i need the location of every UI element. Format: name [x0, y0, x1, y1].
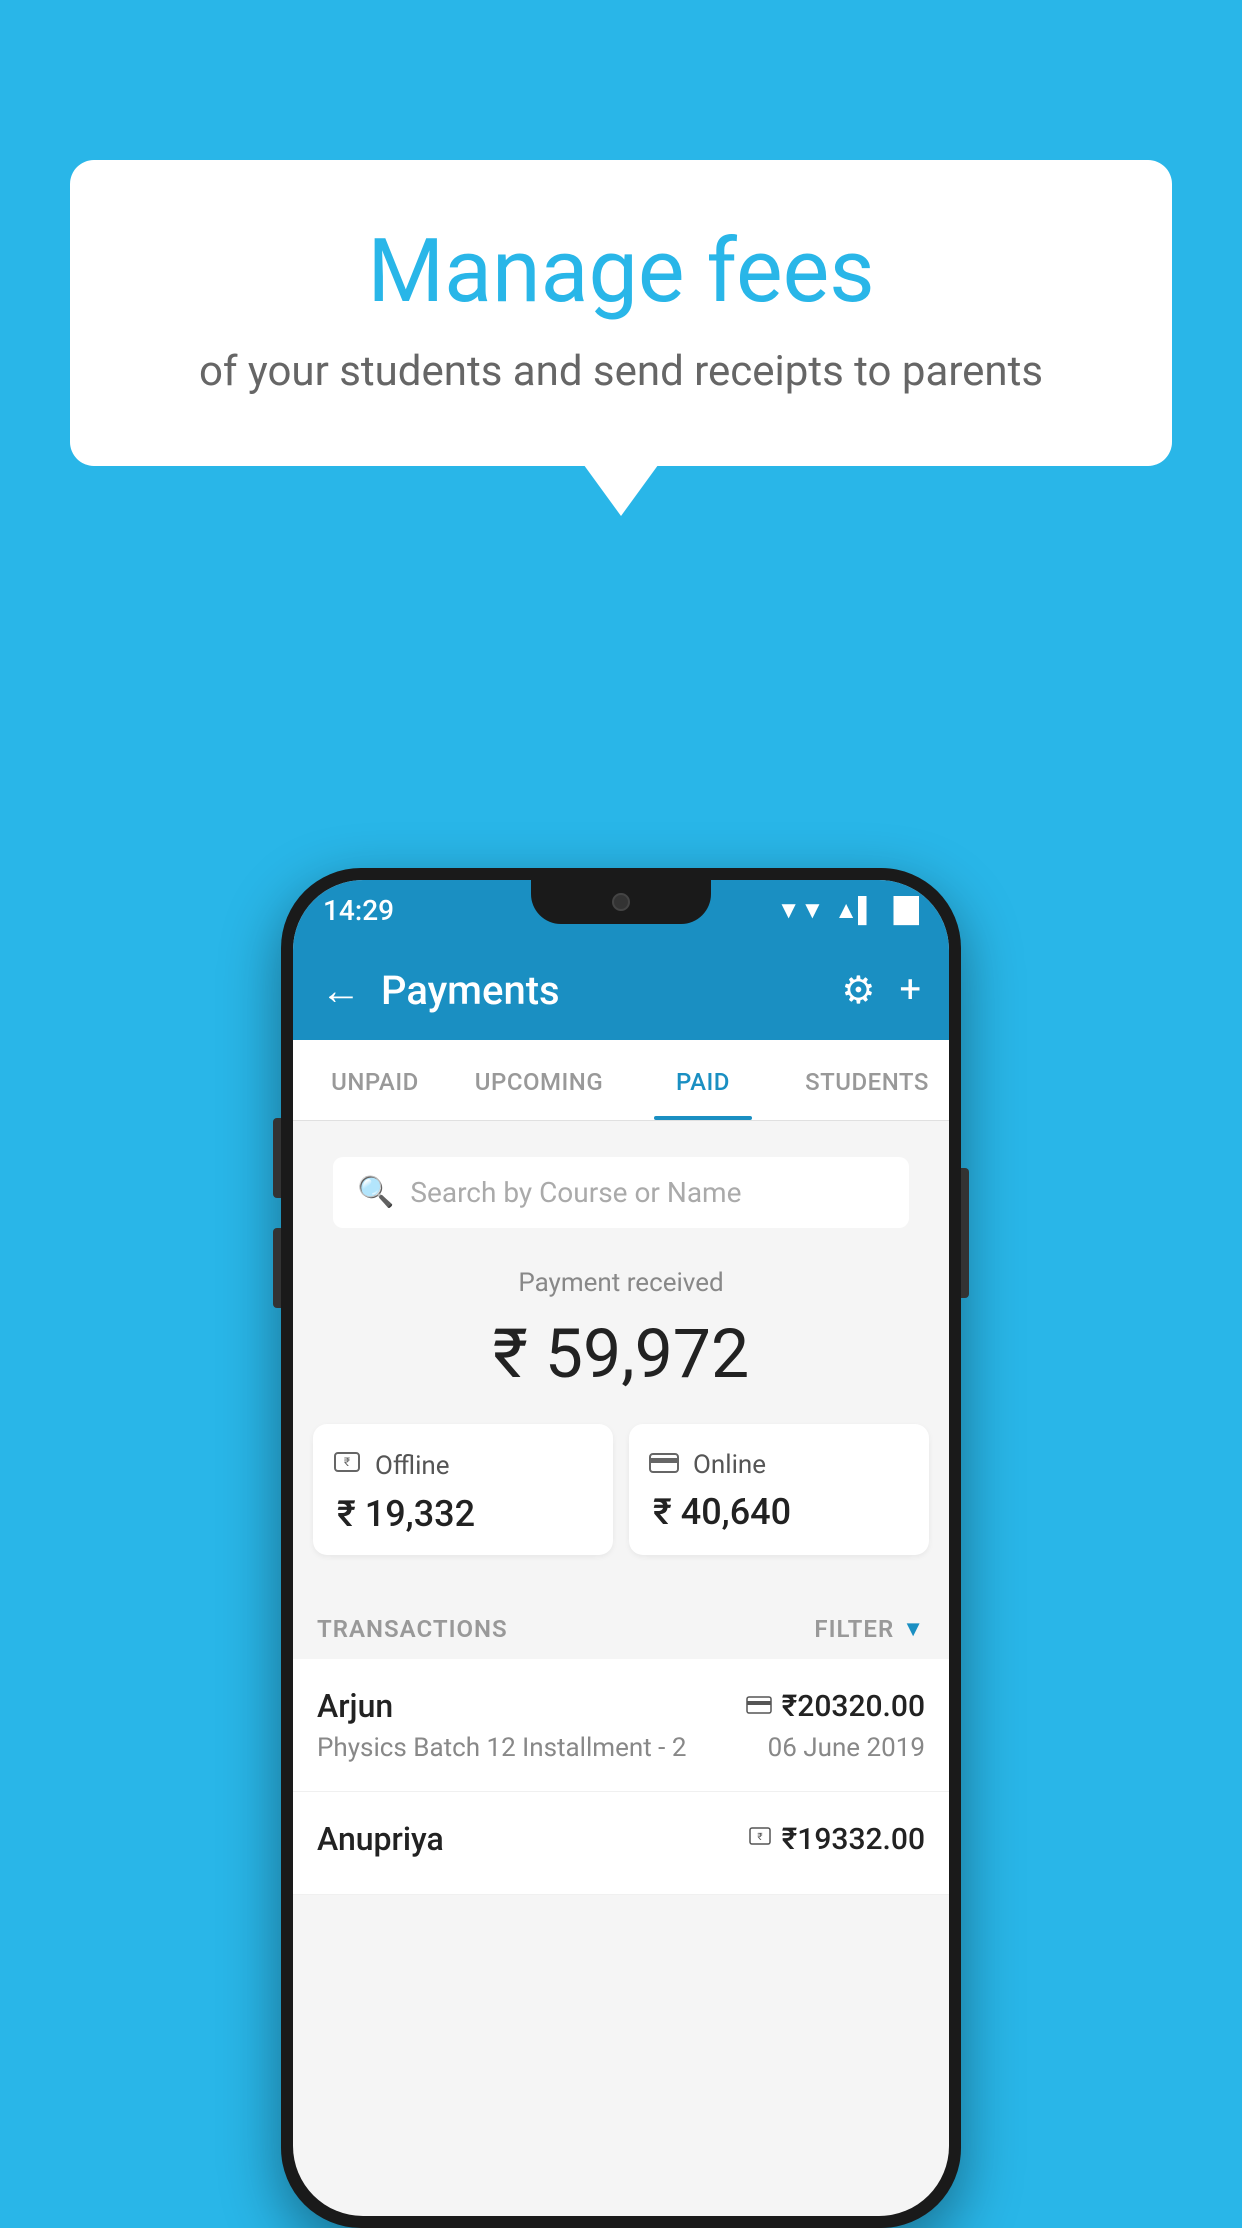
bubble-subtitle: of your students and send receipts to pa… [120, 347, 1122, 396]
search-bar[interactable]: 🔍 Search by Course or Name [333, 1157, 909, 1228]
transaction-list: Arjun ₹20320.00 Physics Batch 12 [293, 1659, 949, 1895]
tab-students[interactable]: STUDENTS [785, 1040, 949, 1120]
transaction-amount-wrap: ₹20320.00 [746, 1689, 925, 1724]
wifi-icon: ▼▼ [777, 896, 825, 925]
add-icon[interactable]: + [899, 968, 921, 1012]
tabs-bar: UNPAID UPCOMING PAID STUDENTS [293, 1040, 949, 1121]
power-button[interactable] [961, 1168, 969, 1298]
search-placeholder: Search by Course or Name [410, 1176, 741, 1209]
tab-unpaid[interactable]: UNPAID [293, 1040, 457, 1120]
phone-screen: 14:29 ▼▼ ▲▌ ▐█ ← Payments ⚙ + UNPAID UPC… [293, 880, 949, 2216]
app-bar: ← Payments ⚙ + [293, 940, 949, 1040]
transaction-payment-icon [746, 1692, 772, 1720]
bubble-title: Manage fees [120, 220, 1122, 323]
transaction-name: Arjun [317, 1687, 393, 1725]
transaction-name: Anupriya [317, 1820, 444, 1858]
transaction-amount: ₹19332.00 [782, 1822, 925, 1857]
battery-icon: ▐█ [885, 896, 919, 925]
transaction-course: Physics Batch 12 Installment - 2 [317, 1733, 686, 1763]
back-button[interactable]: ← [321, 967, 361, 1014]
filter-text: FILTER [814, 1615, 894, 1643]
payment-cards: ₹ Offline ₹ 19,332 [313, 1424, 929, 1555]
status-icons: ▼▼ ▲▌ ▐█ [777, 896, 919, 925]
phone-frame: 14:29 ▼▼ ▲▌ ▐█ ← Payments ⚙ + UNPAID UPC… [281, 868, 961, 2228]
svg-text:₹: ₹ [344, 1455, 350, 1469]
filter-icon: ▼ [902, 1616, 925, 1642]
settings-icon[interactable]: ⚙ [841, 968, 875, 1013]
transaction-row-top: Arjun ₹20320.00 [317, 1687, 925, 1725]
camera-lens [612, 893, 630, 911]
offline-card: ₹ Offline ₹ 19,332 [313, 1424, 613, 1555]
signal-icon: ▲▌ [834, 896, 875, 925]
online-icon [649, 1448, 679, 1481]
transaction-row[interactable]: Anupriya ₹ ₹19332.00 [293, 1792, 949, 1895]
app-bar-title: Payments [381, 967, 821, 1014]
offline-card-header: ₹ Offline [333, 1448, 450, 1483]
tab-paid[interactable]: PAID [621, 1040, 785, 1120]
transaction-amount-wrap: ₹ ₹19332.00 [748, 1822, 925, 1857]
volume-down-button[interactable] [273, 1228, 281, 1308]
filter-button[interactable]: FILTER ▼ [814, 1615, 925, 1643]
online-amount: ₹ 40,640 [653, 1491, 791, 1533]
tab-upcoming[interactable]: UPCOMING [457, 1040, 621, 1120]
offline-label: Offline [375, 1451, 450, 1481]
transaction-row-top: Anupriya ₹ ₹19332.00 [317, 1820, 925, 1858]
phone-notch [531, 880, 711, 924]
transaction-amount: ₹20320.00 [782, 1689, 925, 1724]
online-card-header: Online [649, 1448, 766, 1481]
transaction-row-bottom: Physics Batch 12 Installment - 2 06 June… [317, 1733, 925, 1763]
online-card: Online ₹ 40,640 [629, 1424, 929, 1555]
volume-up-button[interactable] [273, 1118, 281, 1198]
svg-text:₹: ₹ [757, 1832, 762, 1843]
online-label: Online [693, 1450, 766, 1480]
status-time: 14:29 [323, 894, 394, 927]
transaction-row[interactable]: Arjun ₹20320.00 Physics Batch 12 [293, 1659, 949, 1792]
transactions-label: TRANSACTIONS [317, 1615, 508, 1643]
transaction-date: 06 June 2019 [768, 1733, 925, 1763]
payment-total-amount: ₹ 59,972 [313, 1314, 929, 1394]
payment-summary: Payment received ₹ 59,972 ₹ Offline [293, 1228, 949, 1595]
payment-received-label: Payment received [313, 1268, 929, 1298]
speech-bubble: Manage fees of your students and send re… [70, 160, 1172, 466]
offline-icon: ₹ [333, 1448, 361, 1483]
transaction-payment-icon: ₹ [748, 1824, 772, 1854]
app-bar-actions: ⚙ + [841, 968, 921, 1013]
search-icon: 🔍 [357, 1175, 394, 1210]
transactions-header: TRANSACTIONS FILTER ▼ [293, 1595, 949, 1659]
offline-amount: ₹ 19,332 [337, 1493, 475, 1535]
